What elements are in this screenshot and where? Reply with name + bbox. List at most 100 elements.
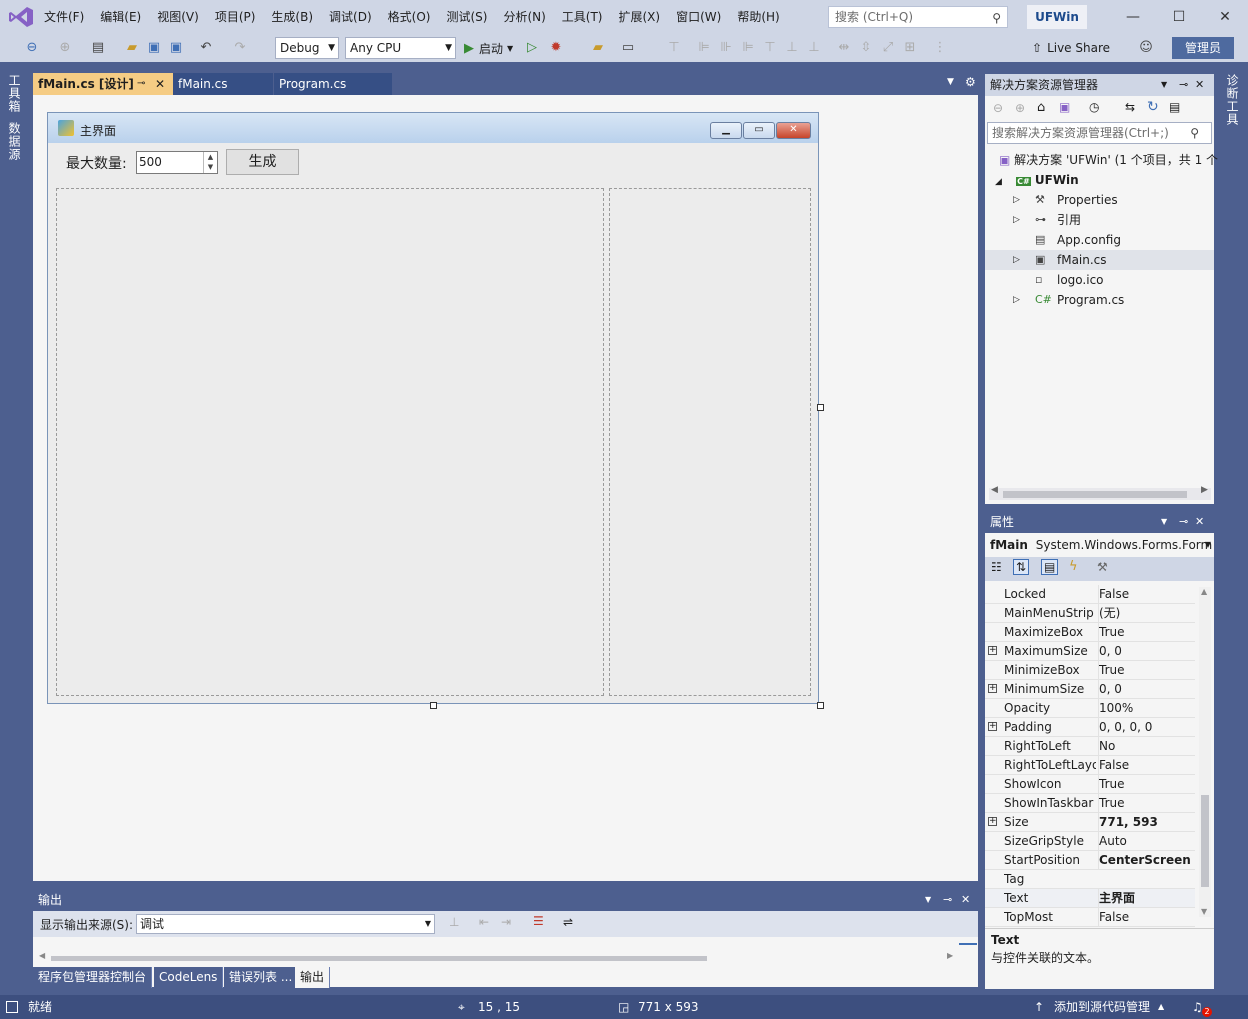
platform-select[interactable]: Any CPU ▼ (345, 37, 456, 59)
same-size-icon[interactable]: ⤢ (878, 38, 898, 58)
output-source-select[interactable]: 调试 ▼ (136, 914, 435, 934)
pin-icon[interactable]: ⊸ (1179, 74, 1188, 96)
property-value[interactable]: 0, 0, 0, 0 (1098, 718, 1193, 737)
form-minimize-button[interactable]: ▁ (710, 122, 742, 139)
output-tab[interactable]: 输出 (295, 967, 331, 988)
pending-changes-icon[interactable]: ◷ (1089, 100, 1099, 114)
search-box[interactable]: 搜索 (Ctrl+Q) ⚲ (828, 6, 1008, 28)
pin-icon[interactable]: ⊸ (943, 889, 952, 911)
expand-icon[interactable]: + (988, 722, 997, 731)
menu-item[interactable]: 视图(V) (149, 0, 207, 34)
menu-item[interactable]: 生成(B) (263, 0, 321, 34)
close-icon[interactable]: ✕ (155, 73, 165, 95)
property-row[interactable]: ShowInTaskbar True (985, 794, 1195, 813)
pin-icon[interactable]: ⊸ (137, 73, 145, 95)
designed-form[interactable]: 主界面 ▁ ▭ ✕ 最大数量: 500 ▲ ▼ 生成 (47, 112, 819, 704)
property-row[interactable]: ShowIcon True (985, 775, 1195, 794)
menu-item[interactable]: 扩展(X) (610, 0, 668, 34)
left-panel[interactable] (56, 188, 604, 696)
spacing-icon[interactable]: ⋮ (930, 38, 950, 58)
menu-item[interactable]: 测试(S) (438, 0, 495, 34)
save-all-icon[interactable]: ▣ (166, 38, 186, 58)
find-message-icon[interactable]: ⊥ (449, 915, 459, 929)
project-node[interactable]: ◢ C# UFWin (995, 170, 1079, 190)
chevron-down-icon[interactable]: ▼ (925, 889, 931, 911)
property-row[interactable]: MinimizeBox True (985, 661, 1195, 680)
maximize-button[interactable]: ☐ (1156, 0, 1202, 34)
property-row[interactable]: Tag (985, 870, 1195, 889)
tab-fmain-code[interactable]: fMain.cs (173, 73, 273, 95)
form-maximize-button[interactable]: ▭ (743, 122, 775, 139)
toolbox-tab[interactable]: 工具箱 (6, 74, 23, 113)
generate-button[interactable]: 生成 (226, 149, 299, 175)
property-row[interactable]: MaximizeBox True (985, 623, 1195, 642)
output-tab[interactable]: 程序包管理器控制台 (33, 967, 153, 988)
tab-overflow-icon[interactable]: ▼ (947, 77, 954, 87)
tree-item[interactable]: ▫ logo.ico (985, 270, 1214, 290)
max-count-numeric-input[interactable]: 500 ▲ ▼ (136, 151, 218, 174)
resize-handle-right[interactable] (817, 404, 824, 411)
menu-item[interactable]: 编辑(E) (92, 0, 149, 34)
admin-badge[interactable]: 管理员 (1172, 37, 1234, 59)
collapsed-arrow-icon[interactable]: ▷ (1013, 250, 1020, 270)
align-grid-icon[interactable]: ⊤ (664, 38, 684, 58)
property-row[interactable]: + Size 771, 593 (985, 813, 1195, 832)
property-row[interactable]: Opacity 100% (985, 699, 1195, 718)
property-value[interactable]: True (1098, 794, 1193, 813)
property-row[interactable]: + Padding 0, 0, 0, 0 (985, 718, 1195, 737)
property-row[interactable]: TopMost False (985, 908, 1195, 927)
menu-item[interactable]: 窗口(W) (668, 0, 729, 34)
close-button[interactable]: ✕ (1202, 0, 1248, 34)
hot-reload-icon[interactable]: ✹ (546, 38, 566, 58)
live-share-button[interactable]: ⇧ Live Share (1032, 38, 1110, 58)
property-row[interactable]: + MinimumSize 0, 0 (985, 680, 1195, 699)
align-top-icon[interactable]: ⊤ (760, 38, 780, 58)
menu-item[interactable]: 格式(O) (380, 0, 439, 34)
align-middle-icon[interactable]: ⊥ (782, 38, 802, 58)
property-pages-icon[interactable]: ⚒ (1097, 560, 1108, 574)
menu-item[interactable]: 项目(P) (207, 0, 264, 34)
same-height-icon[interactable]: ⇳ (856, 38, 876, 58)
collapsed-arrow-icon[interactable]: ▷ (1013, 210, 1020, 230)
close-icon[interactable]: ✕ (961, 889, 970, 911)
tree-item[interactable]: ▷ C# Program.cs (985, 290, 1214, 310)
property-value[interactable]: 主界面 (1098, 889, 1193, 908)
next-message-icon[interactable]: ⇥ (501, 915, 511, 929)
property-value[interactable]: (无) (1098, 604, 1193, 623)
feedback-icon[interactable]: ☺ (1136, 38, 1156, 58)
property-value[interactable]: False (1098, 908, 1193, 927)
menu-item[interactable]: 调试(D) (321, 0, 380, 34)
solution-node[interactable]: ▣ 解决方案 'UFWin' (1 个项目，共 1 个 (999, 150, 1218, 170)
expand-icon[interactable]: + (988, 817, 997, 826)
resize-handle-bottom[interactable] (430, 702, 437, 709)
open-file-icon[interactable]: ▰ (122, 38, 142, 58)
start-without-debugging-icon[interactable]: ▷ (522, 38, 542, 58)
align-right-icon[interactable]: ⊫ (738, 38, 758, 58)
horizontal-scrollbar[interactable]: ◀ ▶ (989, 485, 1211, 500)
property-value[interactable]: False (1098, 585, 1193, 604)
property-value[interactable]: 771, 593 (1098, 813, 1193, 832)
tab-fmain-designer[interactable]: fMain.cs [设计] ⊸ ✕ (33, 73, 173, 95)
clear-all-icon[interactable]: ☰ (533, 914, 544, 928)
property-row[interactable]: Text 主界面 (985, 889, 1195, 908)
property-row[interactable]: MainMenuStrip (无) (985, 604, 1195, 623)
close-icon[interactable]: ✕ (1195, 74, 1204, 96)
tree-item[interactable]: ▷ ▣ fMain.cs (985, 250, 1214, 270)
form-close-button[interactable]: ✕ (776, 122, 811, 139)
property-row[interactable]: StartPosition CenterScreen (985, 851, 1195, 870)
resize-handle-corner[interactable] (817, 702, 824, 709)
tree-item[interactable]: ▷ ⊶ 引用 (985, 210, 1214, 230)
new-project-icon[interactable]: ▤ (88, 38, 108, 58)
menu-item[interactable]: 分析(N) (495, 0, 553, 34)
property-value[interactable]: False (1098, 756, 1193, 775)
output-scrollbar[interactable]: ◀ ▶ (37, 951, 957, 965)
home-icon[interactable]: ⌂ (1037, 100, 1045, 115)
tab-program[interactable]: Program.cs (274, 73, 392, 95)
close-icon[interactable]: ✕ (1195, 511, 1204, 533)
chevron-down-icon[interactable]: ▼ (1161, 511, 1167, 533)
undo-icon[interactable]: ↶ (196, 38, 216, 58)
scrollbar-thumb[interactable] (1201, 795, 1209, 887)
property-value[interactable]: Auto (1098, 832, 1193, 851)
properties-scrollbar[interactable]: ▲ ▼ (1199, 587, 1211, 917)
refresh-icon[interactable]: ↻ (1147, 99, 1159, 115)
